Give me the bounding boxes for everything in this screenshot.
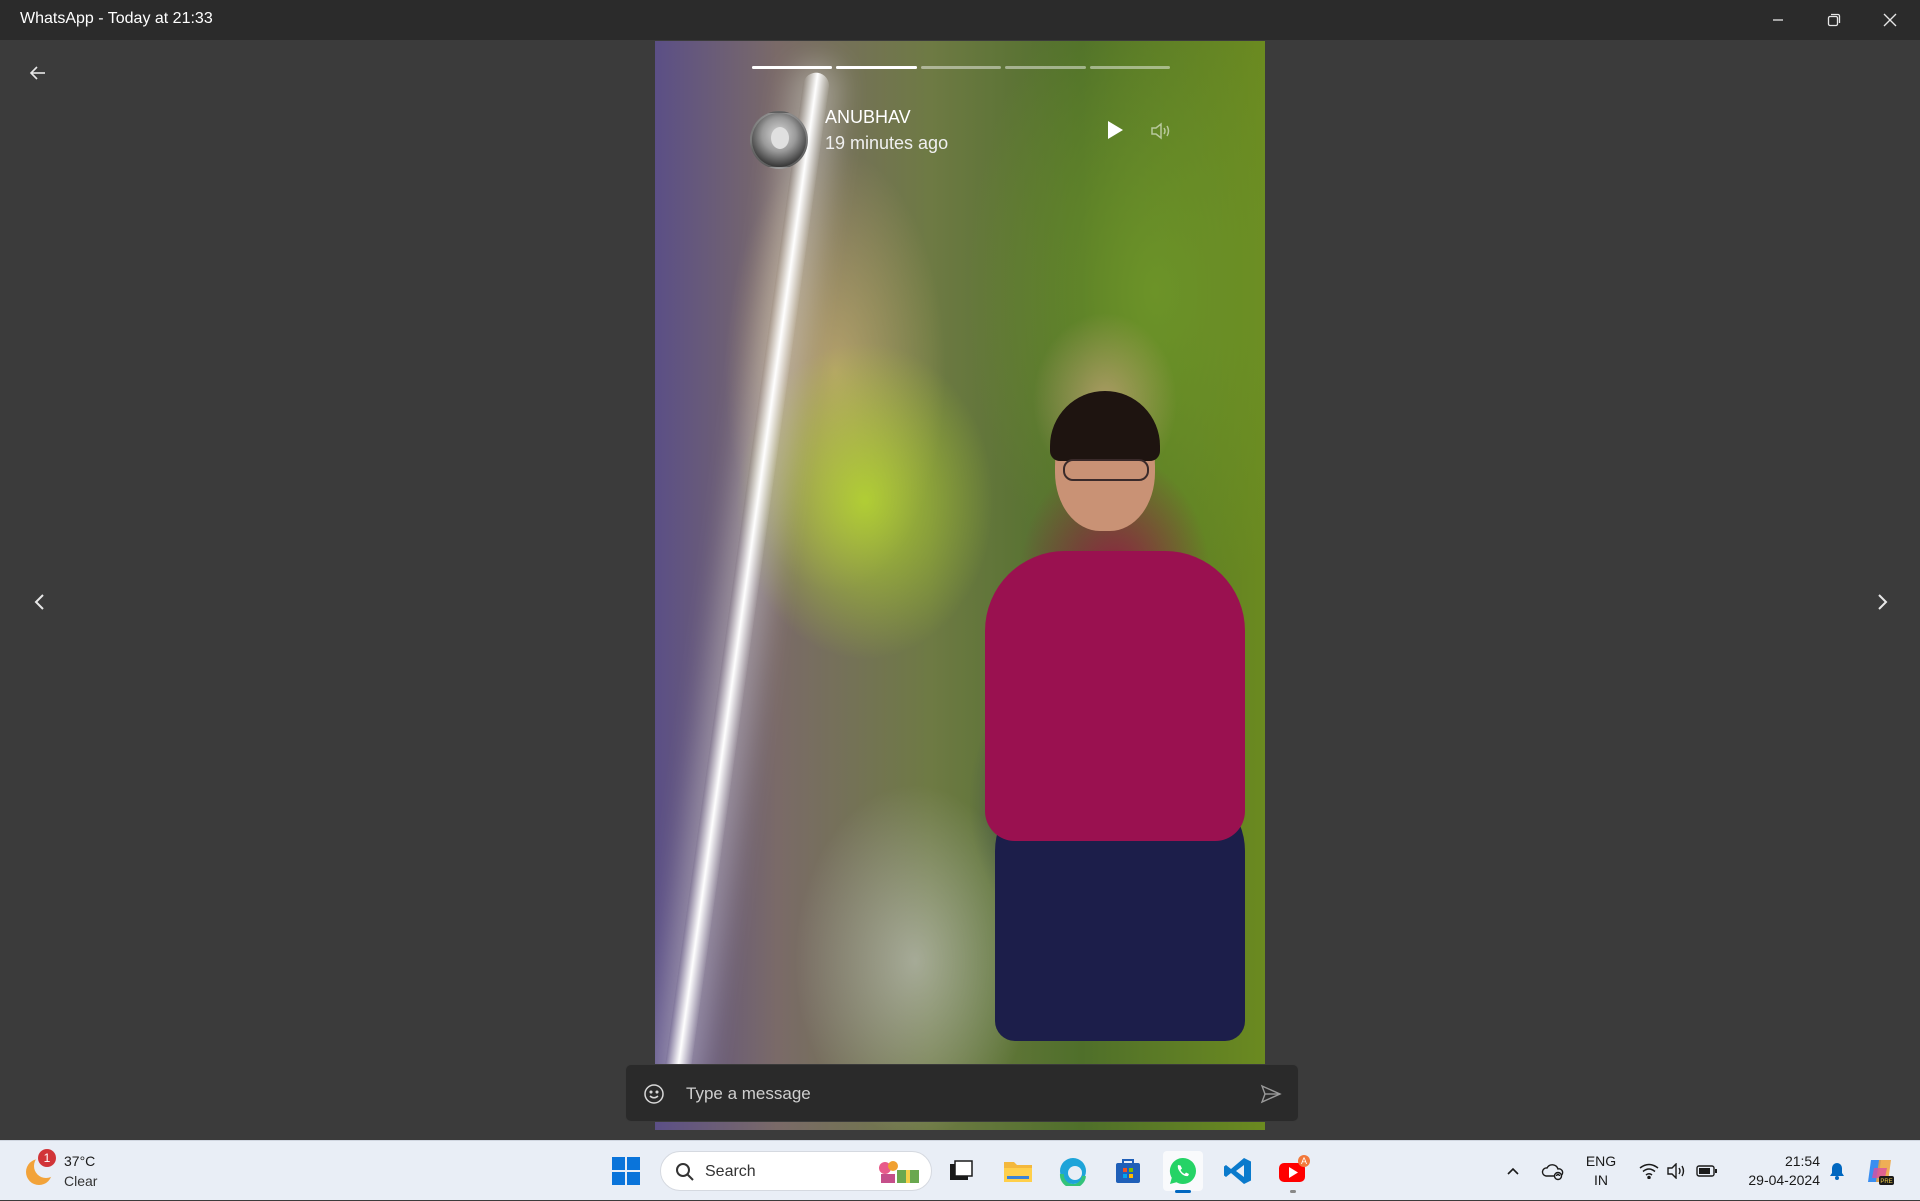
status-image[interactable]: ANUBHAV 19 minutes ago — [655, 41, 1265, 1130]
svg-text:PRE: PRE — [1880, 1179, 1892, 1185]
speaker-icon — [1151, 122, 1170, 140]
chevron-left-icon — [34, 594, 44, 610]
clock-time: 21:54 — [1784, 1153, 1820, 1169]
cloud-sync-icon — [1541, 1164, 1564, 1181]
status-time: 19 minutes ago — [825, 133, 949, 153]
onedrive-tray[interactable] — [1538, 1141, 1568, 1201]
copilot-icon: PRE — [1868, 1160, 1894, 1185]
battery-icon — [1696, 1165, 1717, 1177]
search-label: Search — [705, 1163, 756, 1180]
youtube-icon: A — [1279, 1155, 1310, 1182]
arrow-left-icon — [29, 66, 45, 80]
windows-logo-icon — [612, 1157, 640, 1185]
store-icon — [1116, 1159, 1140, 1183]
send-button[interactable] — [1256, 1080, 1286, 1108]
weather-condition: Clear — [64, 1173, 98, 1189]
volume-icon — [1667, 1163, 1685, 1179]
folder-icon — [1004, 1162, 1032, 1182]
taskbar-whatsapp[interactable] — [1163, 1151, 1203, 1193]
mute-button[interactable] — [1147, 117, 1177, 145]
taskbar: 1 37°C Clear Search A ENG IN 21:54 29-04… — [0, 1140, 1920, 1200]
vscode-icon — [1224, 1158, 1251, 1184]
restore-button[interactable] — [1806, 0, 1862, 40]
region-code: IN — [1594, 1172, 1608, 1188]
taskbar-file-explorer[interactable] — [998, 1151, 1038, 1191]
language-indicator[interactable]: ENG IN — [1576, 1152, 1626, 1190]
window-titlebar: WhatsApp - Today at 21:33 — [0, 0, 1920, 40]
person-figure — [955, 361, 1245, 1061]
taskbar-search[interactable]: Search — [660, 1151, 932, 1191]
sender-name[interactable]: ANUBHAV — [825, 107, 911, 128]
message-input[interactable] — [686, 1075, 1246, 1113]
wifi-tray[interactable] — [1636, 1141, 1662, 1201]
taskbar-store[interactable] — [1108, 1151, 1148, 1191]
previous-status-button[interactable] — [24, 578, 56, 626]
youtube-badge: A — [1301, 1156, 1307, 1166]
task-view-icon — [950, 1160, 973, 1180]
close-icon — [1883, 13, 1897, 27]
window-title: WhatsApp - Today at 21:33 — [20, 10, 213, 27]
taskbar-vscode[interactable] — [1218, 1151, 1258, 1191]
emoji-button[interactable] — [640, 1080, 668, 1108]
weather-widget[interactable]: 1 37°C Clear — [22, 1149, 132, 1193]
play-button[interactable] — [1100, 115, 1130, 145]
copilot-button[interactable]: PRE — [1862, 1141, 1898, 1201]
emoji-icon — [644, 1084, 664, 1104]
taskbar-edge[interactable] — [1053, 1151, 1093, 1191]
reply-bar — [625, 1064, 1299, 1122]
chevron-right-icon — [1878, 594, 1888, 610]
running-indicator — [1290, 1190, 1296, 1193]
status-viewer: ANUBHAV 19 minutes ago — [0, 40, 1920, 1140]
progress-segment — [1089, 66, 1171, 69]
volume-tray[interactable] — [1664, 1141, 1690, 1201]
progress-segment — [920, 66, 1002, 69]
wifi-icon — [1639, 1163, 1659, 1179]
whatsapp-icon — [1169, 1157, 1196, 1184]
language-code: ENG — [1585, 1153, 1617, 1169]
minimize-icon — [1773, 19, 1783, 21]
edge-icon — [1059, 1158, 1086, 1186]
play-icon — [1108, 121, 1123, 139]
progress-segment — [836, 66, 917, 69]
notifications-button[interactable] — [1824, 1141, 1850, 1201]
system-clock[interactable]: 21:54 29-04-2024 — [1730, 1152, 1820, 1190]
taskbar-task-view[interactable] — [941, 1151, 981, 1191]
progress-segment — [1005, 66, 1086, 69]
show-hidden-icons-button[interactable] — [1500, 1141, 1526, 1201]
temperature: 37°C — [64, 1153, 96, 1169]
close-button[interactable] — [1862, 0, 1918, 40]
sender-avatar[interactable] — [750, 111, 808, 169]
notification-badge: 1 — [38, 1149, 56, 1167]
battery-tray[interactable] — [1694, 1141, 1720, 1201]
active-indicator — [1175, 1190, 1191, 1193]
taskbar-youtube[interactable]: A — [1273, 1151, 1313, 1193]
chevron-up-icon — [1507, 1167, 1519, 1175]
back-button[interactable] — [22, 57, 54, 89]
start-button[interactable] — [606, 1151, 646, 1191]
next-status-button[interactable] — [1866, 578, 1898, 626]
gift-icon — [879, 1161, 919, 1183]
bell-icon — [1830, 1163, 1844, 1180]
minimize-button[interactable] — [1750, 0, 1806, 40]
status-progress — [752, 66, 1171, 70]
clock-date: 29-04-2024 — [1748, 1172, 1820, 1188]
restore-icon — [1827, 13, 1841, 27]
progress-segment — [752, 66, 833, 69]
search-icon — [676, 1163, 694, 1181]
send-icon — [1260, 1084, 1282, 1104]
